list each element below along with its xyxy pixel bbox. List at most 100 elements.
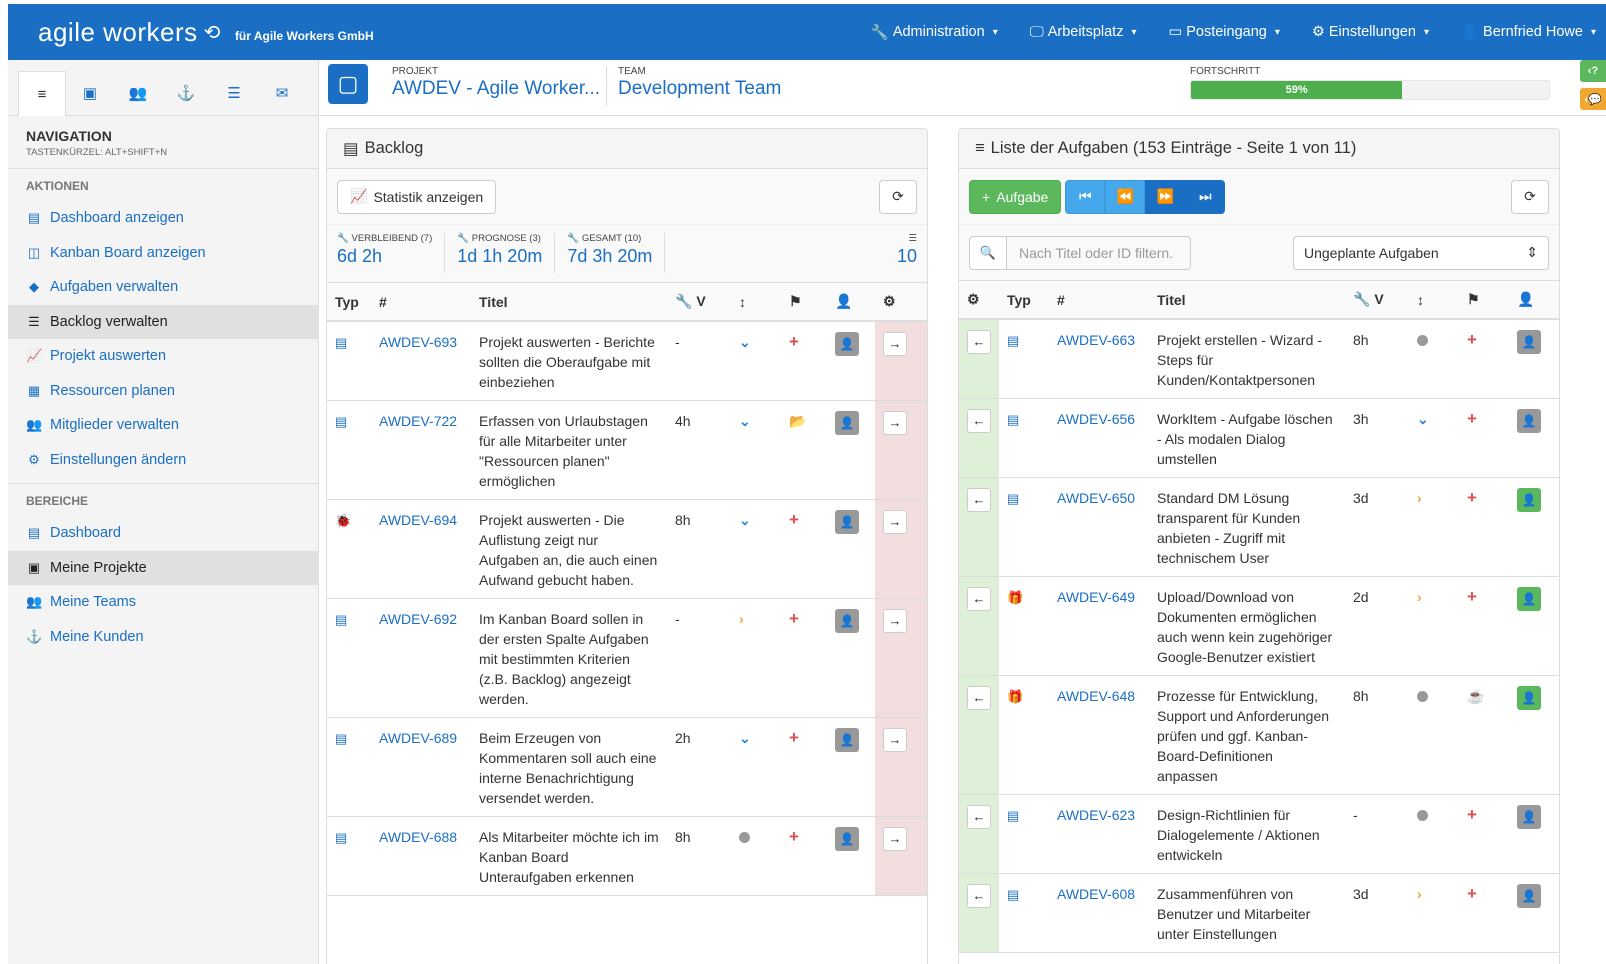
nav-user-menu[interactable]: 👤 Bernfried Howe ▾ <box>1461 24 1596 41</box>
col-assignee[interactable]: 👤 <box>827 283 875 322</box>
move-right-icon[interactable]: → <box>883 411 907 435</box>
move-right-icon[interactable]: → <box>883 827 907 851</box>
col-id[interactable]: # <box>371 283 471 322</box>
col-assignee[interactable]: 👤 <box>1509 281 1559 320</box>
tab-customers[interactable]: ⚓ <box>162 71 210 115</box>
table-row[interactable]: ← ▤ AWDEV-663 Projekt erstellen - Wizard - … <box>959 319 1559 399</box>
assignee-icon[interactable]: 👤 <box>1517 805 1541 829</box>
next-page-button[interactable]: ⏩ <box>1145 179 1186 214</box>
table-row[interactable]: ▤ AWDEV-689 Beim Erzeugen von Kommentaren … <box>327 717 927 817</box>
help-button[interactable]: ‹? <box>1580 60 1606 82</box>
task-id-link[interactable]: AWDEV-649 <box>1057 589 1135 605</box>
prev-page-button[interactable]: ⏪ <box>1105 179 1146 214</box>
first-page-button[interactable]: ⏮ <box>1065 179 1106 214</box>
sidebar-item-kanban-board[interactable]: ◫ Kanban Board anzeigen <box>8 236 318 271</box>
tab-messages[interactable]: ✉ <box>258 71 306 115</box>
task-id-link[interactable]: AWDEV-608 <box>1057 886 1135 902</box>
tasks-refresh-button[interactable]: ⟳ <box>1511 179 1549 214</box>
move-left-icon[interactable]: ← <box>967 587 991 611</box>
move-left-icon[interactable]: ← <box>967 330 991 354</box>
move-left-icon[interactable]: ← <box>967 488 991 512</box>
table-row[interactable]: ← ▤ AWDEV-656 WorkItem - Aufgabe löschen - … <box>959 398 1559 478</box>
task-id-link[interactable]: AWDEV-693 <box>379 334 457 350</box>
col-priority[interactable]: ↕ <box>731 283 781 322</box>
team-name[interactable]: Development Team <box>618 78 781 100</box>
sidebar-item-meine-teams[interactable]: 👥 Meine Teams <box>8 585 318 620</box>
col-effort[interactable]: 🔧 V <box>667 283 731 322</box>
brand-logo[interactable]: agile workers ⟲ <box>38 17 221 48</box>
move-right-icon[interactable]: → <box>883 609 907 633</box>
col-id[interactable]: # <box>1049 281 1149 320</box>
table-row[interactable]: ← 🎁 AWDEV-648 Prozesse für Entwicklung, Sup… <box>959 675 1559 795</box>
task-id-link[interactable]: AWDEV-650 <box>1057 490 1135 506</box>
table-row[interactable]: ← ▤ AWDEV-623 Design-Richtlinien für Dialog… <box>959 794 1559 874</box>
add-task-button[interactable]: + Aufgabe <box>969 179 1062 214</box>
assignee-icon[interactable]: 👤 <box>835 510 859 534</box>
col-typ[interactable]: Typ <box>327 283 371 322</box>
col-title[interactable]: Titel <box>1149 281 1345 320</box>
sidebar-item-ressourcen-planen[interactable]: ▦ Ressourcen planen <box>8 374 318 409</box>
col-title[interactable]: Titel <box>471 283 667 322</box>
assignee-icon[interactable]: 👤 <box>1517 686 1541 710</box>
assignee-icon[interactable]: 👤 <box>835 332 859 356</box>
last-page-button[interactable]: ⏭ <box>1185 179 1226 214</box>
col-status[interactable]: ⚑ <box>781 283 827 322</box>
table-row[interactable]: ▤ AWDEV-722 Erfassen von Urlaubstagen für … <box>327 400 927 500</box>
table-row[interactable]: 🐞 AWDEV-694 Projekt auswerten - Die Auflis… <box>327 499 927 599</box>
assignee-icon[interactable]: 👤 <box>835 827 859 851</box>
table-row[interactable]: ← ▤ AWDEV-608 Zusammenführen von Benutzer u… <box>959 873 1559 953</box>
move-left-icon[interactable]: ← <box>967 686 991 710</box>
col-priority[interactable]: ↕ <box>1409 281 1459 320</box>
nav-posteingang[interactable]: ▭ Posteingang ▾ <box>1169 24 1280 41</box>
nav-arbeitsplatz[interactable]: 🖵 Arbeitsplatz ▾ <box>1030 24 1137 41</box>
assignee-icon[interactable]: 👤 <box>835 728 859 752</box>
move-right-icon[interactable]: → <box>883 510 907 534</box>
tab-menu[interactable]: ≡ <box>18 71 66 116</box>
col-status[interactable]: ⚑ <box>1459 281 1509 320</box>
assignee-icon[interactable]: 👤 <box>1517 409 1541 433</box>
task-id-link[interactable]: AWDEV-692 <box>379 611 457 627</box>
task-id-link[interactable]: AWDEV-722 <box>379 413 457 429</box>
backlog-refresh-button[interactable]: ⟳ <box>879 179 917 214</box>
move-left-icon[interactable]: ← <box>967 805 991 829</box>
table-row[interactable]: ▤ AWDEV-688 Als Mitarbeiter möchte ich im … <box>327 816 927 896</box>
sidebar-item-projekt-auswerten[interactable]: 📈 Projekt auswerten <box>8 339 318 374</box>
nav-einstellungen[interactable]: ⚙ Einstellungen ▾ <box>1312 24 1429 41</box>
assignee-icon[interactable]: 👤 <box>1517 330 1541 354</box>
task-id-link[interactable]: AWDEV-694 <box>379 512 457 528</box>
feedback-button[interactable]: ‹💬 <box>1580 88 1606 110</box>
task-id-link[interactable]: AWDEV-648 <box>1057 688 1135 704</box>
col-effort[interactable]: 🔧 V <box>1345 281 1409 320</box>
sidebar-item-meine-projekte[interactable]: ▣ Meine Projekte <box>8 550 318 585</box>
assignee-icon[interactable]: 👤 <box>1517 587 1541 611</box>
table-row[interactable]: ← ▤ AWDEV-650 Standard DM Lösung transparen… <box>959 477 1559 577</box>
table-row[interactable]: ▤ AWDEV-693 Projekt auswerten - Berichte s… <box>327 321 927 401</box>
tab-teams[interactable]: 👥 <box>114 71 162 115</box>
task-id-link[interactable]: AWDEV-689 <box>379 730 457 746</box>
assignee-icon[interactable]: 👤 <box>835 411 859 435</box>
sidebar-item-einstellungen-aendern[interactable]: ⚙ Einstellungen ändern <box>8 443 318 478</box>
task-id-link[interactable]: AWDEV-663 <box>1057 332 1135 348</box>
tab-projects[interactable]: ▣ <box>66 71 114 115</box>
sidebar-item-dashboard-anzeigen[interactable]: ▤ Dashboard anzeigen <box>8 201 318 236</box>
project-name[interactable]: AWDEV - Agile Worker... <box>392 78 600 100</box>
task-id-link[interactable]: AWDEV-688 <box>379 829 457 845</box>
assignee-icon[interactable]: 👤 <box>1517 884 1541 908</box>
table-row[interactable]: ← 🎁 AWDEV-649 Upload/Download von Dokumente… <box>959 576 1559 676</box>
move-left-icon[interactable]: ← <box>967 409 991 433</box>
table-row[interactable]: ▤ AWDEV-692 Im Kanban Board sollen in der … <box>327 598 927 718</box>
sidebar-item-meine-kunden[interactable]: ⚓ Meine Kunden <box>8 620 318 655</box>
assignee-icon[interactable]: 👤 <box>835 609 859 633</box>
nav-administration[interactable]: 🔧 Administration ▾ <box>871 24 998 41</box>
sidebar-item-mitglieder-verwalten[interactable]: 👥 Mitglieder verwalten <box>8 408 318 443</box>
show-statistics-button[interactable]: 📈 Statistik anzeigen <box>337 179 497 214</box>
sidebar-item-backlog-verwalten[interactable]: ☰ Backlog verwalten <box>8 304 318 339</box>
tab-lists[interactable]: ☰ <box>210 71 258 115</box>
move-right-icon[interactable]: → <box>883 332 907 356</box>
task-id-link[interactable]: AWDEV-656 <box>1057 411 1135 427</box>
col-typ[interactable]: Typ <box>999 281 1049 320</box>
sidebar-item-dashboard[interactable]: ▤ Dashboard <box>8 516 318 551</box>
move-left-icon[interactable]: ← <box>967 884 991 908</box>
filter-input[interactable]: Nach Titel oder ID filtern. <box>1007 235 1191 270</box>
assignee-icon[interactable]: 👤 <box>1517 488 1541 512</box>
